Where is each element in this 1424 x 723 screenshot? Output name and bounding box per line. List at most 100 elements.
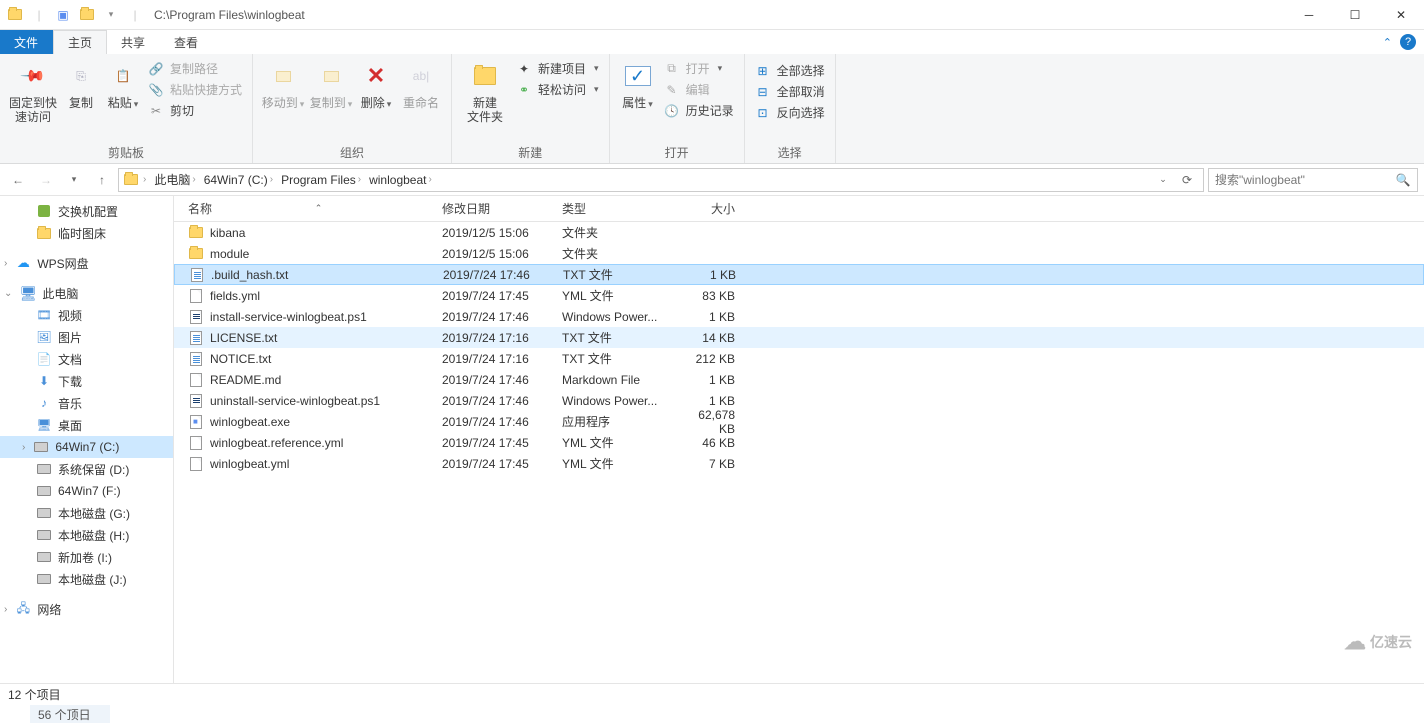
file-icon (188, 456, 204, 472)
breadcrumb-item[interactable]: Program Files› (277, 169, 365, 191)
file-icon (188, 372, 204, 388)
file-row[interactable]: uninstall-service-winlogbeat.ps1 2019/7/… (174, 390, 1424, 411)
edit-button[interactable]: ✎编辑 (664, 81, 734, 98)
history-button[interactable]: 🕓历史记录 (664, 102, 734, 119)
cloud-icon: ☁ (1344, 629, 1366, 655)
file-row[interactable]: README.md 2019/7/24 17:46 Markdown File … (174, 369, 1424, 390)
folder-icon (123, 172, 139, 188)
tree-item[interactable]: ›64Win7 (C:) (0, 436, 173, 458)
file-row[interactable]: kibana 2019/12/5 15:06 文件夹 (174, 222, 1424, 243)
tree-item[interactable]: 系统保留 (D:) (0, 458, 173, 480)
recent-dropdown[interactable]: ▾ (62, 168, 86, 192)
help-icon[interactable]: ? (1400, 34, 1416, 50)
collapse-ribbon-icon[interactable]: ⌃ (1383, 36, 1392, 49)
nav-tree[interactable]: 交换机配置临时图床›☁WPS网盘⌄🖥此电脑🎞视频🖼图片📄文档⬇下载♪音乐🖥桌面›… (0, 196, 174, 683)
file-icon (188, 414, 204, 430)
ribbon: 📌 固定到快 速访问 ⎘ 复制 📋 粘贴▾ 🔗复制路径 📎粘贴快捷方式 ✂剪切 … (0, 54, 1424, 164)
column-headers: 名称 ⌃ 修改日期 类型 大小 (174, 196, 1424, 222)
address-bar[interactable]: › 此电脑›64Win7 (C:)›Program Files›winlogbe… (118, 168, 1204, 192)
file-row[interactable]: LICENSE.txt 2019/7/24 17:16 TXT 文件 14 KB (174, 327, 1424, 348)
tree-item[interactable]: ⬇下载 (0, 370, 173, 392)
maximize-button[interactable]: ☐ (1332, 0, 1378, 30)
tree-item[interactable]: 本地磁盘 (J:) (0, 568, 173, 590)
tree-item[interactable]: 🖥桌面 (0, 414, 173, 436)
addr-dropdown-icon[interactable]: ⌄ (1151, 168, 1175, 192)
new-folder-button[interactable]: 新建 文件夹 (458, 58, 512, 124)
file-row[interactable]: module 2019/12/5 15:06 文件夹 (174, 243, 1424, 264)
tree-item[interactable]: ›☁WPS网盘 (0, 252, 173, 274)
window-title: C:\Program Files\winlogbeat (150, 8, 305, 22)
ribbon-tabs: 文件 主页 共享 查看 ⌃ ? (0, 30, 1424, 54)
tree-item[interactable]: ⌄🖥此电脑 (0, 282, 173, 304)
col-size[interactable]: 大小 (674, 196, 744, 221)
forward-button[interactable]: → (34, 168, 58, 192)
easy-access-button[interactable]: ⚭轻松访问▾ (516, 81, 599, 98)
refresh-icon[interactable]: ⟳ (1175, 168, 1199, 192)
tree-item[interactable]: 📄文档 (0, 348, 173, 370)
tree-item[interactable]: 交换机配置 (0, 200, 173, 222)
copy-path-button[interactable]: 🔗复制路径 (148, 60, 242, 77)
paste-shortcut-button[interactable]: 📎粘贴快捷方式 (148, 81, 242, 98)
group-label-new: 新建 (458, 142, 603, 161)
new-folder-icon[interactable] (76, 4, 98, 26)
up-button[interactable]: ↑ (90, 168, 114, 192)
properties-button[interactable]: ✓ 属性▾ (616, 58, 660, 111)
file-icon (188, 246, 204, 262)
col-date[interactable]: 修改日期 (434, 196, 554, 221)
file-list: 名称 ⌃ 修改日期 类型 大小 kibana 2019/12/5 15:06 文… (174, 196, 1424, 683)
breadcrumb-item[interactable]: 此电脑› (150, 169, 199, 191)
tree-item[interactable]: 本地磁盘 (H:) (0, 524, 173, 546)
file-row[interactable]: winlogbeat.yml 2019/7/24 17:45 YML 文件 7 … (174, 453, 1424, 474)
search-input[interactable]: 搜索"winlogbeat" 🔍 (1208, 168, 1418, 192)
copy-to-button[interactable]: 复制到▾ (307, 58, 355, 111)
tree-item[interactable]: 64Win7 (F:) (0, 480, 173, 502)
close-button[interactable]: ✕ (1378, 0, 1424, 30)
tree-item[interactable]: 🎞视频 (0, 304, 173, 326)
tree-item[interactable]: 本地磁盘 (G:) (0, 502, 173, 524)
invert-selection-button[interactable]: ⊡反向选择 (755, 104, 825, 121)
select-all-button[interactable]: ⊞全部选择 (755, 62, 825, 79)
breadcrumb-item[interactable]: 64Win7 (C:)› (200, 169, 277, 191)
cut-button[interactable]: ✂剪切 (148, 102, 242, 119)
file-row[interactable]: install-service-winlogbeat.ps1 2019/7/24… (174, 306, 1424, 327)
group-label-clipboard: 剪贴板 (6, 142, 246, 161)
copy-button[interactable]: ⎘ 复制 (60, 58, 102, 110)
rename-button[interactable]: ab| 重命名 (397, 58, 445, 110)
qat-divider: | (124, 4, 146, 26)
col-type[interactable]: 类型 (554, 196, 674, 221)
breadcrumb-item[interactable]: winlogbeat› (365, 169, 436, 191)
file-row[interactable]: .build_hash.txt 2019/7/24 17:46 TXT 文件 1… (174, 264, 1424, 285)
group-label-open: 打开 (616, 142, 738, 161)
group-label-organize: 组织 (259, 142, 445, 161)
file-row[interactable]: winlogbeat.exe 2019/7/24 17:46 应用程序 62,6… (174, 411, 1424, 432)
new-item-button[interactable]: ✦新建项目▾ (516, 60, 599, 77)
tab-file[interactable]: 文件 (0, 30, 53, 54)
paste-button[interactable]: 📋 粘贴▾ (102, 58, 144, 111)
tree-item[interactable]: ♪音乐 (0, 392, 173, 414)
tab-share[interactable]: 共享 (107, 30, 160, 54)
file-row[interactable]: winlogbeat.reference.yml 2019/7/24 17:45… (174, 432, 1424, 453)
tree-item[interactable]: 新加卷 (I:) (0, 546, 173, 568)
pin-to-quick-access-button[interactable]: 📌 固定到快 速访问 (6, 58, 60, 124)
qat-dropdown-icon[interactable]: ▾ (100, 4, 122, 26)
file-icon (188, 309, 204, 325)
address-row: ← → ▾ ↑ › 此电脑›64Win7 (C:)›Program Files›… (0, 164, 1424, 196)
move-to-button[interactable]: 移动到▾ (259, 58, 307, 111)
col-name[interactable]: 名称 ⌃ (174, 196, 434, 221)
back-button[interactable]: ← (6, 168, 30, 192)
tab-home[interactable]: 主页 (53, 30, 107, 54)
select-none-button[interactable]: ⊟全部取消 (755, 83, 825, 100)
tab-view[interactable]: 查看 (160, 30, 213, 54)
properties-icon[interactable]: ▣ (52, 4, 74, 26)
status-bar: 12 个项目 (0, 683, 1424, 705)
file-icon (188, 225, 204, 241)
file-row[interactable]: fields.yml 2019/7/24 17:45 YML 文件 83 KB (174, 285, 1424, 306)
file-row[interactable]: NOTICE.txt 2019/7/24 17:16 TXT 文件 212 KB (174, 348, 1424, 369)
delete-button[interactable]: ✕ 删除▾ (355, 58, 397, 111)
tree-item[interactable]: 临时图床 (0, 222, 173, 244)
tree-item[interactable]: 🖼图片 (0, 326, 173, 348)
open-button[interactable]: ⧉打开▾ (664, 60, 734, 77)
minimize-button[interactable]: ─ (1286, 0, 1332, 30)
app-icon (4, 4, 26, 26)
tree-item[interactable]: ›🖧网络 (0, 598, 173, 620)
